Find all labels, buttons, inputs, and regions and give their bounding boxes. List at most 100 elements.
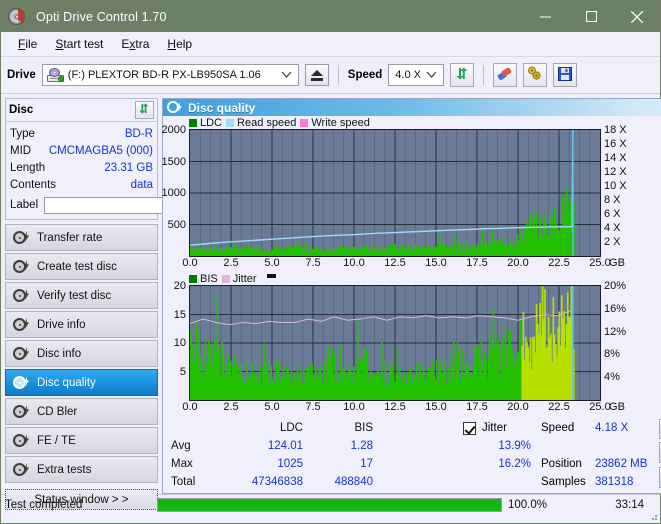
disc-panel-title: Disc — [9, 104, 34, 116]
sidebar-item-transfer-rate[interactable]: Transfer rate — [5, 224, 158, 251]
drive-label: Drive — [7, 69, 36, 81]
axis-tick-label: 5.0 — [264, 257, 280, 269]
axis-tick-label: 15 — [173, 308, 186, 321]
drive-select-value: (F:) PLEXTOR BD-R PX-LB950SA 1.06 — [67, 69, 261, 81]
sidebar-item-cd-bler[interactable]: CD Bler — [5, 398, 158, 425]
axis-tick-label: 20 — [173, 280, 186, 292]
disc-rows: Type BD-R MID CMCMAGBA5 (000) Length 23.… — [6, 122, 248, 219]
menu-help[interactable]: Help — [158, 35, 201, 53]
axis-tick-label: 20% — [604, 280, 627, 292]
toolbar-divider — [483, 65, 485, 85]
axis-tick-label: 7.5 — [305, 401, 321, 413]
sidebar-item-extra-tests[interactable]: Extra tests — [5, 456, 158, 483]
maximize-icon[interactable] — [568, 1, 614, 32]
disc-info-panel: Disc Type BD-R MID CMCMAGBA5 (000) Lengt… — [5, 98, 248, 220]
disc-row-type: Type BD-R — [10, 125, 153, 142]
stats-row-avg: Avg 124.01 1.28 — [163, 437, 463, 455]
refresh-icon — [138, 102, 151, 118]
nav-list: Transfer rate Create test disc Verify te… — [5, 224, 158, 483]
eject-button[interactable] — [304, 64, 329, 86]
sidebar-item-disc-info[interactable]: Disc info — [5, 340, 158, 367]
sidebar-item-create-test-disc[interactable]: Create test disc — [5, 253, 158, 280]
disc-icon — [12, 404, 29, 419]
axis-tick-label: 22.5 — [548, 401, 570, 413]
speed-select-value: 4.0 X — [395, 69, 421, 81]
drive-select[interactable]: (F:) PLEXTOR BD-R PX-LB950SA 1.06 — [41, 64, 299, 86]
chart-bis-y2-axis: 4% 8% 12% 16% 20% — [601, 280, 635, 401]
jitter-checkbox[interactable] — [463, 421, 476, 435]
sidebar: Disc Type BD-R MID CMCMAGBA5 (000) Lengt… — [1, 94, 248, 510]
axis-tick-label: 4% — [604, 371, 620, 384]
stats-max-ldc: 1025 — [277, 458, 303, 470]
tools-button[interactable] — [523, 63, 548, 87]
disc-icon — [12, 259, 29, 274]
disc-label-key: Label — [10, 199, 39, 211]
jitter-header: Jitter — [463, 419, 535, 437]
menu-bar: File Start test Extra Help — [1, 32, 660, 57]
sidebar-item-drive-info[interactable]: Drive info — [5, 311, 158, 338]
readout-position-value: 23862 MB — [595, 458, 648, 470]
elapsed-time: 33:14 — [615, 499, 644, 511]
progress-fill — [158, 499, 501, 511]
refresh-button[interactable] — [450, 63, 475, 87]
minimize-icon[interactable] — [522, 1, 568, 32]
readout-samples-value: 381318 — [595, 476, 634, 488]
disc-contents-value: data — [130, 178, 153, 191]
legend-marker — [266, 273, 276, 278]
save-button[interactable] — [553, 63, 578, 87]
close-icon[interactable] — [614, 1, 660, 32]
menu-start-test[interactable]: Start test — [46, 35, 112, 53]
chart-bis-jitter: BIS Jitter 5 10 15 20 4% 8% 12% 16% 20% 0.0 2.5 5… — [163, 272, 661, 415]
menu-extra[interactable]: Extra — [112, 35, 158, 53]
disc-refresh-button[interactable] — [135, 101, 154, 119]
disc-length-value: 23.31 GB — [104, 161, 153, 174]
disc-type-key: Type — [10, 127, 35, 140]
axis-tick-label: 10.0 — [343, 257, 365, 269]
stats-total-ldc: 47346838 — [251, 476, 303, 488]
axis-tick-label: 10 — [173, 337, 186, 349]
chart-ldc-legend: LDC Read speed Write speed — [163, 116, 661, 129]
sidebar-item-label: Extra tests — [37, 463, 92, 476]
jitter-column: Jitter 13.9% 16.2% — [463, 419, 535, 491]
disc-row-mid: MID CMCMAGBA5 (000) — [10, 142, 153, 159]
axis-tick-label: 12.5 — [384, 257, 406, 269]
sidebar-item-verify-test-disc[interactable]: Verify test disc — [5, 282, 158, 309]
resize-grip[interactable] — [648, 511, 658, 521]
disc-mid-key: MID — [10, 144, 32, 157]
legend-item-jitter: Jitter — [221, 273, 257, 285]
sidebar-item-label: Disc quality — [37, 376, 96, 389]
jitter-avg-row: 13.9% — [463, 437, 535, 455]
status-text: Test completed — [5, 499, 83, 511]
axis-tick-label: 500 — [167, 218, 186, 231]
drive-icon — [46, 68, 64, 82]
disc-row-contents: Contents data — [10, 176, 153, 193]
axis-tick-label: 16 X — [604, 138, 627, 150]
disc-icon — [12, 346, 29, 361]
axis-tick-label: 12 X — [604, 166, 627, 178]
stats-header-bis: BIS — [354, 422, 373, 434]
axis-tick-label: 12.5 — [384, 401, 406, 413]
axis-tick-label: 20.0 — [507, 401, 529, 413]
stats-avg-bis: 1.28 — [350, 440, 373, 452]
axis-tick-label: 2 X — [604, 236, 621, 248]
disc-icon — [12, 317, 29, 332]
sidebar-item-fe-te[interactable]: FE / TE — [5, 427, 158, 454]
progress-percent: 100.0% — [508, 499, 548, 511]
disc-panel-header: Disc — [6, 99, 157, 122]
speed-select[interactable]: 4.0 X — [388, 64, 445, 86]
readout-speed-label: Speed — [541, 422, 575, 434]
stats-row-total: Total 47346838 488840 — [163, 473, 463, 491]
chart-bis-y-axis: 5 10 15 20 — [163, 280, 189, 401]
sidebar-item-disc-quality[interactable]: Disc quality — [5, 369, 158, 396]
erase-button[interactable] — [493, 63, 518, 87]
axis-tick-label: 8 X — [604, 194, 621, 206]
menu-file[interactable]: File — [9, 35, 46, 53]
stats-total-bis: 488840 — [334, 476, 373, 488]
window-controls — [522, 1, 660, 32]
stats-header-row: LDC BIS — [163, 419, 463, 437]
chevron-down-icon — [426, 69, 437, 81]
sidebar-item-label: CD Bler — [37, 405, 78, 418]
axis-tick-label: 17.5 — [466, 257, 488, 269]
readout-samples: Samples 381318 — [541, 473, 659, 491]
axis-unit-label: GB — [609, 401, 625, 413]
